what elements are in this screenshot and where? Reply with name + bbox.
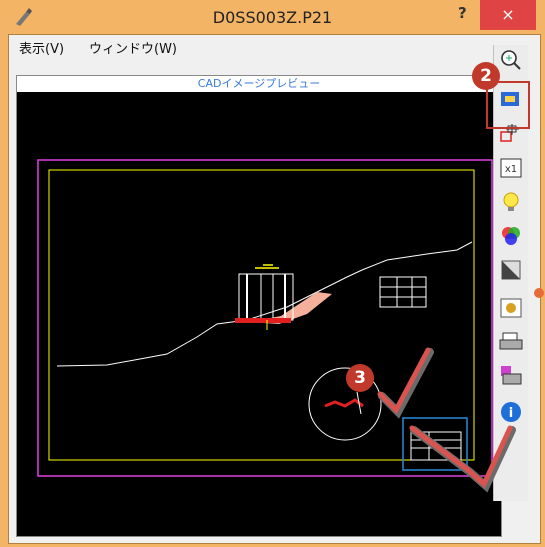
close-button[interactable]: ×: [480, 0, 536, 30]
pan-icon: [500, 124, 519, 142]
print-preview-icon: [501, 366, 522, 385]
lightbulb-button[interactable]: [497, 189, 525, 215]
settings-icon: [500, 298, 522, 318]
zoom-button[interactable]: [497, 47, 525, 73]
cad-drawing: [37, 159, 493, 477]
svg-text:x1: x1: [505, 164, 517, 175]
step-2-badge: 2: [472, 62, 500, 90]
menu-window[interactable]: ウィンドウ(W): [89, 38, 177, 57]
fit-scale-icon: x1: [500, 158, 522, 178]
table-block: [379, 276, 427, 308]
settings-button[interactable]: [497, 295, 525, 321]
step-3-badge: 3: [346, 364, 374, 392]
lightbulb-icon: [503, 192, 519, 211]
color-icon: [502, 227, 520, 245]
print-icon: [499, 332, 523, 350]
help-button[interactable]: ?: [458, 4, 467, 22]
base-red: [235, 318, 291, 323]
zoom-icon: [501, 50, 521, 70]
menu-view[interactable]: 表示(V): [19, 38, 64, 57]
fit-scale-button[interactable]: x1: [497, 155, 525, 181]
title-block: [410, 431, 462, 461]
app-window: D0SS003Z.P21 ? × 表示(V) ウィンドウ(W) CADイメージプ…: [0, 0, 545, 547]
select-window-button[interactable]: [497, 87, 525, 113]
print-preview-button[interactable]: [497, 363, 525, 389]
right-toolbar: x1 i: [493, 45, 528, 501]
title-block-highlight: [402, 417, 468, 471]
title-bar[interactable]: D0SS003Z.P21 ? ×: [0, 0, 545, 34]
cad-preview-canvas[interactable]: CADイメージプレビュー: [16, 75, 502, 537]
print-button[interactable]: [497, 329, 525, 355]
info-icon: i: [501, 402, 521, 422]
preview-caption: CADイメージプレビュー: [17, 76, 501, 92]
svg-text:i: i: [509, 406, 513, 421]
info-button[interactable]: i: [497, 399, 525, 425]
contrast-button[interactable]: [497, 257, 525, 283]
contrast-icon: [501, 260, 521, 280]
pan-button[interactable]: [497, 121, 525, 147]
color-button[interactable]: [497, 223, 525, 249]
terrain-line: [56, 241, 473, 367]
select-window-icon: [501, 92, 519, 106]
menu-bar: 表示(V) ウィンドウ(W): [9, 35, 540, 57]
